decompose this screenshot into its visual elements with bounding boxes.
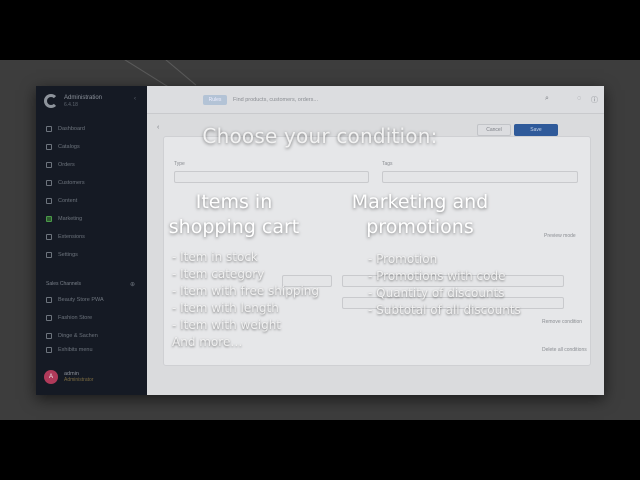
list-item: - Item with weight <box>172 318 282 332</box>
background-line <box>149 60 197 86</box>
sidebar-item-customers[interactable]: Customers <box>46 180 85 186</box>
sidebar-item-label: Marketing <box>58 216 83 222</box>
list-item: - Quantity of discounts <box>368 286 505 300</box>
brand-version: 6.4.18 <box>64 101 78 108</box>
sidebar-item-marketing[interactable]: Marketing <box>46 216 82 222</box>
search-icon[interactable]: ⌕ <box>545 95 549 103</box>
channel-icon <box>46 315 52 321</box>
content-icon <box>46 198 52 204</box>
list-item: - Subtotal of all discounts <box>368 303 521 317</box>
tags-select[interactable] <box>382 171 578 183</box>
extensions-icon <box>46 234 52 240</box>
search-type-tag[interactable]: Rules <box>203 95 227 105</box>
add-channel-icon[interactable]: ⊕ <box>130 281 135 288</box>
sidebar-channel-item[interactable]: Beauty Store PWA <box>46 297 104 303</box>
sidebar-item-settings[interactable]: Settings <box>46 252 78 258</box>
remove-condition-link[interactable]: Remove condition <box>542 319 582 325</box>
type-select[interactable] <box>174 171 369 183</box>
sales-channels-heading: Sales Channels <box>46 281 82 287</box>
sidebar-channel-item[interactable]: Dinge & Sachen <box>46 333 98 339</box>
sidebar-item-content[interactable]: Content <box>46 198 77 204</box>
sidebar-item-label: Customers <box>58 180 85 186</box>
delete-all-conditions-link[interactable]: Delete all conditions <box>542 347 587 353</box>
video-frame: Administration 6.4.18 ‹ Dashboard Catalo… <box>0 60 640 420</box>
list-item: - Item category <box>172 267 265 281</box>
right-column-heading: Marketing and promotions <box>330 190 510 240</box>
avatar: A <box>44 370 58 384</box>
search-input[interactable]: Find products, customers, orders... <box>233 97 318 103</box>
right-heading-line: Marketing and <box>351 191 489 213</box>
logo-icon <box>44 94 58 108</box>
channel-label: Exhibits menu <box>58 347 93 353</box>
left-heading-line: Items in <box>195 191 273 213</box>
notification-icon[interactable]: ◌ <box>577 95 581 102</box>
list-item: - Promotions with code <box>368 269 506 283</box>
sidebar-item-orders[interactable]: Orders <box>46 162 75 168</box>
list-item: - Item with length <box>172 301 279 315</box>
sidebar-item-extensions[interactable]: Extensions <box>46 234 85 240</box>
customers-icon <box>46 180 52 186</box>
user-role: Administrator <box>64 377 94 383</box>
channel-icon <box>46 347 52 353</box>
brand[interactable]: Administration 6.4.18 <box>44 94 102 108</box>
list-item: - Item with free shipping <box>172 284 320 298</box>
orders-icon <box>46 162 52 168</box>
collapse-icon[interactable]: ‹ <box>134 96 136 102</box>
list-item: And more… <box>172 335 243 349</box>
type-label: Type <box>174 161 185 167</box>
sidebar-channel-item[interactable]: Fashion Store <box>46 315 92 321</box>
overlay-title: Choose your condition: <box>202 124 438 148</box>
channel-icon <box>46 297 52 303</box>
help-icon[interactable]: ⓘ <box>591 95 598 105</box>
channel-label: Beauty Store PWA <box>58 297 104 303</box>
list-item: - Item in stock <box>172 250 258 264</box>
sidebar-item-label: Extensions <box>58 234 85 240</box>
sidebar-item-label: Settings <box>58 252 78 258</box>
right-condition-list: - Promotion - Promotions with code - Qua… <box>368 251 521 319</box>
background-line <box>109 60 170 89</box>
topbar: Rules Find products, customers, orders..… <box>147 86 604 114</box>
user-menu[interactable]: A admin Administrator <box>44 370 93 384</box>
channel-label: Dinge & Sachen <box>58 333 98 339</box>
preview-mode-label[interactable]: Preview mode <box>544 233 576 239</box>
right-heading-line: promotions <box>366 216 474 238</box>
channel-label: Fashion Store <box>58 315 93 321</box>
list-item: - Promotion <box>368 252 438 266</box>
settings-icon <box>46 252 52 258</box>
tags-label: Tags <box>382 161 393 167</box>
marketing-icon <box>46 216 52 222</box>
sidebar-item-label: Content <box>58 198 78 204</box>
left-condition-list: - Item in stock - Item category - Item w… <box>172 249 319 351</box>
channel-icon <box>46 333 52 339</box>
sidebar-item-label: Orders <box>58 162 75 168</box>
left-column-heading: Items in shopping cart <box>142 190 326 240</box>
brand-title: Administration <box>64 94 103 101</box>
left-heading-line: shopping cart <box>168 216 300 238</box>
sidebar-channel-item[interactable]: Exhibits menu <box>46 347 93 353</box>
